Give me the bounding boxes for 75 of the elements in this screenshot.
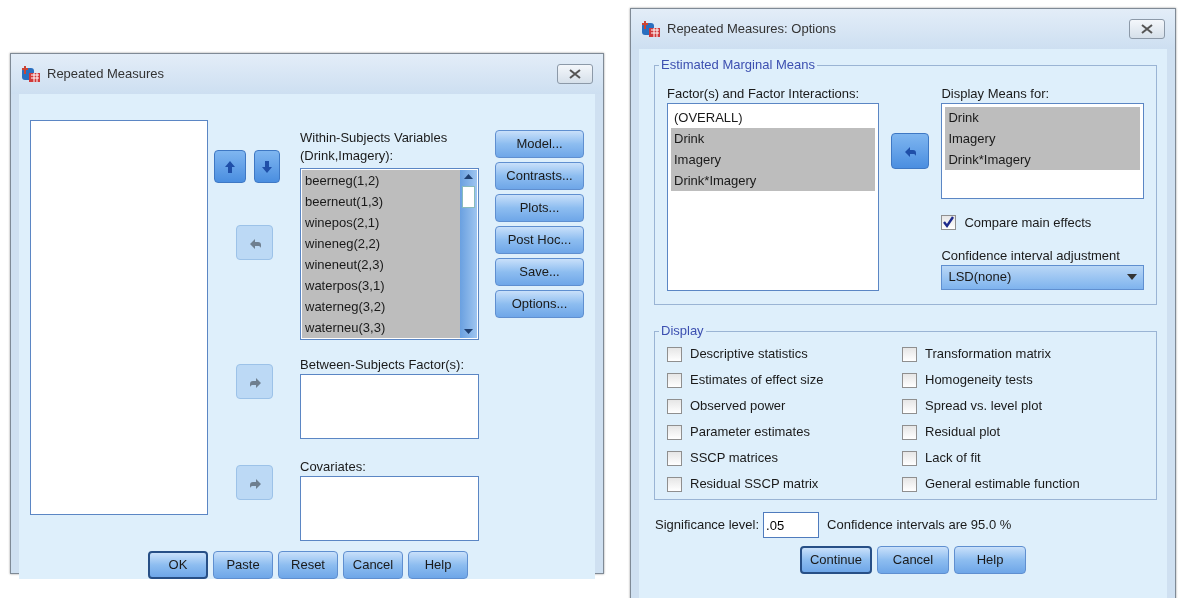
- field-label: Factor(s) and Factor Interactions:: [667, 85, 861, 103]
- dialog-button[interactable]: Help: [954, 546, 1026, 574]
- list-item[interactable]: waterpos(3,1): [302, 275, 460, 296]
- checkbox[interactable]: Observed power: [667, 393, 902, 419]
- dropdown[interactable]: LSD(none): [941, 264, 1144, 290]
- move-button[interactable]: [891, 133, 930, 169]
- checkbox[interactable]: Lack of fit: [902, 445, 1144, 471]
- dialog-button[interactable]: Paste: [213, 551, 273, 579]
- checkbox[interactable]: General estimable function: [902, 471, 1144, 497]
- checkbox[interactable]: Spread vs. level plot: [902, 393, 1144, 419]
- note-text: Confidence intervals are 95.0 %: [827, 516, 1012, 535]
- display-means-list[interactable]: Drink Imagery Drink*Imagery: [941, 103, 1144, 199]
- dialog-button[interactable]: Cancel: [343, 551, 403, 579]
- dialog-button[interactable]: Model...: [495, 130, 584, 158]
- list-item[interactable]: beerneut(1,3): [302, 191, 460, 212]
- group-label: Display: [660, 323, 705, 339]
- checkbox[interactable]: Estimates of effect size: [667, 367, 902, 393]
- app-icon: [641, 20, 661, 38]
- scrollbar[interactable]: [460, 170, 477, 338]
- dialog-button[interactable]: Cancel: [877, 546, 949, 574]
- dialog-button[interactable]: Reset: [278, 551, 338, 579]
- close-button[interactable]: [557, 64, 593, 84]
- list-item[interactable]: waterneu(3,3): [302, 317, 460, 338]
- dialog-button[interactable]: OK: [148, 551, 208, 579]
- checkbox[interactable]: Descriptive statistics: [667, 341, 902, 367]
- covariates-list[interactable]: [300, 476, 479, 541]
- list-item[interactable]: Drink: [945, 107, 1140, 128]
- list-item[interactable]: waterneg(3,2): [302, 296, 460, 317]
- list-item[interactable]: beerneg(1,2): [302, 170, 460, 191]
- checkbox[interactable]: Compare main effects: [941, 213, 1144, 233]
- checkbox[interactable]: Homogeneity tests: [902, 367, 1144, 393]
- close-icon: [1141, 24, 1153, 34]
- move-up-button[interactable]: [214, 150, 246, 183]
- checkbox[interactable]: Transformation matrix: [902, 341, 1144, 367]
- field-label: Within-Subjects Variables (Drink,Imagery):: [300, 129, 449, 165]
- field-label: Confidence interval adjustment: [941, 246, 1121, 265]
- list-item[interactable]: Imagery: [945, 128, 1140, 149]
- close-button[interactable]: [1129, 19, 1165, 39]
- significance-field[interactable]: .05: [763, 512, 820, 538]
- down-arrow-icon: [260, 158, 274, 175]
- dialog-button[interactable]: Contrasts...: [495, 162, 584, 190]
- checkbox[interactable]: Residual plot: [902, 419, 1144, 445]
- caret-icon: [1127, 274, 1137, 280]
- check-icon: [942, 216, 956, 230]
- checkbox[interactable]: Parameter estimates: [667, 419, 902, 445]
- list-item[interactable]: Drink*Imagery: [671, 170, 876, 191]
- within-subjects-list[interactable]: beerneg(1,2) beerneut(1,3) winepos(2,1) wineneg(2,2) wineneut(2,3) waterpos(3,1) waterneg(3,2) waterneu(3,3): [300, 168, 479, 340]
- field-label: Covariates:: [300, 458, 367, 476]
- list-item[interactable]: wineneut(2,3): [302, 254, 460, 275]
- field-label: Display Means for:: [941, 85, 1051, 103]
- window-title: Repeated Measures: Options: [667, 20, 838, 39]
- app-icon: [21, 65, 41, 83]
- dialog-button[interactable]: Continue: [800, 546, 872, 574]
- list-item[interactable]: Drink: [671, 128, 876, 149]
- checkbox[interactable]: SSCP matrices: [667, 445, 902, 471]
- window-title: Repeated Measures: [47, 65, 166, 84]
- scroll-thumb[interactable]: [462, 186, 475, 208]
- dialog-button[interactable]: Plots...: [495, 194, 584, 222]
- field-label: Between-Subjects Factor(s):: [300, 356, 465, 374]
- field-label: Significance level:: [655, 516, 760, 535]
- dialog-button[interactable]: Post Hoc...: [495, 226, 584, 254]
- move-down-button[interactable]: [254, 150, 280, 183]
- list-item[interactable]: (OVERALL): [671, 107, 876, 128]
- dialog-button[interactable]: Options...: [495, 290, 584, 318]
- list-item[interactable]: Drink*Imagery: [945, 149, 1140, 170]
- list-item[interactable]: wineneg(2,2): [302, 233, 460, 254]
- list-item[interactable]: Imagery: [671, 149, 876, 170]
- close-icon: [569, 69, 581, 79]
- factor-list[interactable]: (OVERALL) Drink Imagery Drink*Imagery: [667, 103, 880, 291]
- dialog-button[interactable]: Save...: [495, 258, 584, 286]
- between-subjects-list[interactable]: [300, 374, 479, 439]
- group-label: Estimated Marginal Means: [660, 57, 816, 73]
- list-item[interactable]: winepos(2,1): [302, 212, 460, 233]
- dialog-button[interactable]: Help: [408, 551, 468, 579]
- checkbox[interactable]: Residual SSCP matrix: [667, 471, 902, 497]
